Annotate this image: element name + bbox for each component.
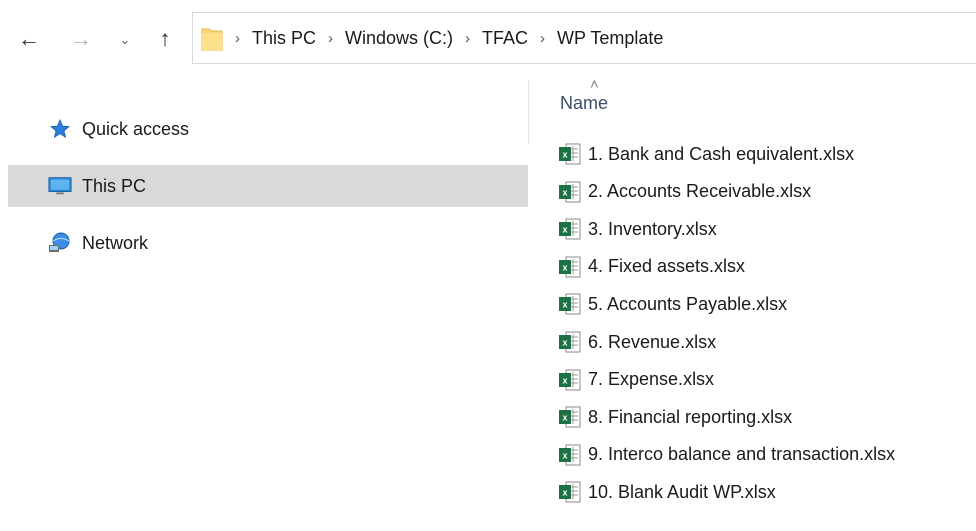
file-row[interactable]: x 9. Interco balance and transaction.xlsx	[558, 438, 976, 472]
file-name: 8. Financial reporting.xlsx	[588, 406, 793, 427]
excel-file-icon: x	[559, 218, 581, 240]
svg-text:x: x	[562, 225, 567, 235]
file-list: ˄ Name x 1. Bank and Cash equivalent.xlsx…	[540, 76, 976, 531]
file-row[interactable]: x 2. Accounts Receivable.xlsx	[558, 175, 976, 209]
file-name: 1. Bank and Cash equivalent.xlsx	[588, 143, 855, 164]
recent-locations-button[interactable]: ⌄	[114, 24, 136, 54]
file-row[interactable]: x 6. Revenue.xlsx	[558, 325, 976, 359]
file-row[interactable]: x 10. Blank Audit WP.xlsx	[558, 475, 976, 509]
excel-file-icon: x	[559, 406, 581, 428]
pane-divider[interactable]	[528, 80, 529, 144]
sidebar-item-label: This PC	[82, 175, 147, 196]
svg-text:x: x	[562, 187, 567, 197]
forward-button[interactable]: →	[66, 24, 96, 54]
breadcrumb-separator[interactable]: ›	[235, 30, 240, 47]
star-icon	[48, 118, 72, 140]
breadcrumb-separator[interactable]: ›	[328, 30, 333, 47]
back-button[interactable]: ←	[14, 24, 44, 54]
breadcrumb-separator[interactable]: ›	[540, 30, 545, 47]
monitor-icon	[48, 175, 72, 197]
excel-file-icon: x	[559, 256, 581, 278]
file-name: 2. Accounts Receivable.xlsx	[588, 181, 812, 202]
arrow-right-icon: →	[70, 26, 92, 51]
folder-icon	[201, 28, 223, 51]
excel-file-icon: x	[559, 481, 581, 503]
excel-file-icon: x	[559, 369, 581, 391]
sidebar-item-this-pc[interactable]: This PC	[8, 165, 528, 207]
file-name: 9. Interco balance and transaction.xlsx	[588, 444, 896, 465]
arrow-left-icon: ←	[18, 26, 40, 51]
file-row[interactable]: x 5. Accounts Payable.xlsx	[558, 287, 976, 321]
arrow-up-icon: ↑	[159, 26, 171, 51]
svg-text:x: x	[562, 262, 567, 272]
up-button[interactable]: ↑	[150, 24, 180, 54]
file-name: 7. Expense.xlsx	[588, 369, 715, 390]
file-row[interactable]: x 4. Fixed assets.xlsx	[558, 250, 976, 284]
file-row[interactable]: x 3. Inventory.xlsx	[558, 212, 976, 246]
file-row[interactable]: x 8. Financial reporting.xlsx	[558, 400, 976, 434]
sidebar-item-label: Network	[82, 232, 149, 253]
file-row[interactable]: x 7. Expense.xlsx	[558, 363, 976, 397]
svg-text:x: x	[562, 300, 567, 310]
breadcrumb-this-pc[interactable]: This PC	[252, 28, 316, 49]
column-header-name[interactable]: Name	[560, 93, 608, 114]
sidebar-item-network[interactable]: Network	[8, 222, 528, 264]
svg-text:x: x	[562, 488, 567, 498]
svg-text:x: x	[562, 375, 567, 385]
file-name: 10. Blank Audit WP.xlsx	[588, 481, 776, 502]
excel-file-icon: x	[559, 143, 581, 165]
navigation-pane: Quick access This PC Network	[0, 100, 528, 531]
svg-text:x: x	[562, 413, 567, 423]
breadcrumb-tfac[interactable]: TFAC	[482, 28, 528, 49]
navigation-bar: ← → ⌄ ↑ › This PC › Windows (C:) › TFAC …	[0, 0, 976, 78]
breadcrumb-windows-c[interactable]: Windows (C:)	[345, 28, 453, 49]
file-name: 4. Fixed assets.xlsx	[588, 256, 746, 277]
chevron-down-icon: ⌄	[119, 31, 131, 47]
file-row[interactable]: x 1. Bank and Cash equivalent.xlsx	[558, 137, 976, 171]
file-name: 3. Inventory.xlsx	[588, 218, 717, 239]
excel-file-icon: x	[559, 331, 581, 353]
svg-text:x: x	[562, 450, 567, 460]
sort-ascending-icon: ˄	[590, 76, 599, 93]
sidebar-item-quick-access[interactable]: Quick access	[8, 108, 528, 150]
svg-text:x: x	[562, 150, 567, 160]
excel-file-icon: x	[559, 444, 581, 466]
network-icon	[48, 232, 72, 254]
breadcrumb-wp-template[interactable]: WP Template	[557, 28, 663, 49]
excel-file-icon: x	[559, 181, 581, 203]
file-name: 6. Revenue.xlsx	[588, 331, 717, 352]
svg-text:x: x	[562, 338, 567, 348]
excel-file-icon: x	[559, 293, 581, 315]
breadcrumb-separator[interactable]: ›	[465, 30, 470, 47]
address-bar[interactable]: › This PC › Windows (C:) › TFAC › WP Tem…	[192, 12, 976, 64]
sidebar-item-label: Quick access	[82, 118, 190, 139]
file-name: 5. Accounts Payable.xlsx	[588, 293, 788, 314]
